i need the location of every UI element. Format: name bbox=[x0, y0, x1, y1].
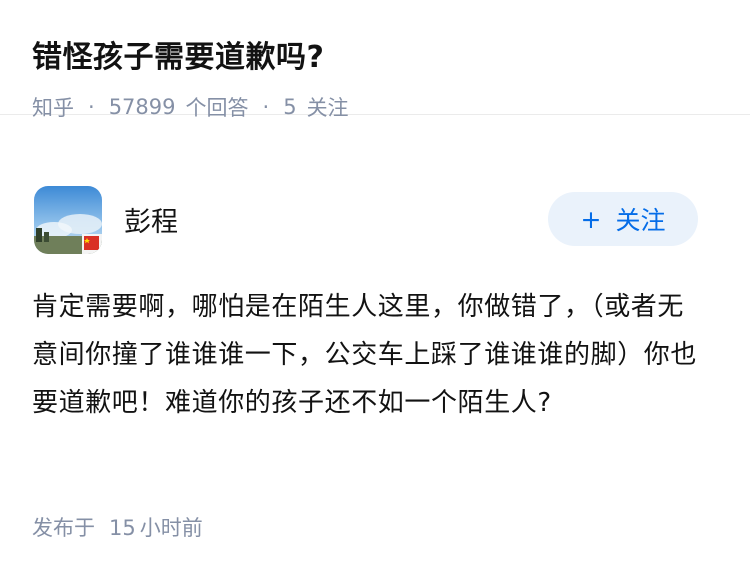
author-name[interactable]: 彭程 bbox=[124, 200, 178, 239]
answer-count: 57899 bbox=[108, 95, 176, 119]
follow-count: 5 bbox=[283, 95, 297, 119]
author-avatar[interactable] bbox=[34, 186, 102, 254]
question-title[interactable]: 错怪孩子需要道歉吗? bbox=[32, 36, 718, 80]
publish-info: 发布于 15 小时前 bbox=[32, 512, 203, 542]
follow-count-label: 关注 bbox=[306, 96, 349, 120]
publish-value: 15 bbox=[109, 516, 136, 540]
meta-separator: · bbox=[262, 95, 270, 119]
answer-content[interactable]: 肯定需要啊，哪怕是在陌生人这里，你做错了，（或者无意间你撞了谁谁谁一下，公交车上… bbox=[32, 283, 700, 427]
publish-label: 发布于 bbox=[32, 516, 95, 540]
meta-separator: · bbox=[88, 95, 95, 119]
answer-count-label: 个回答 bbox=[185, 96, 249, 120]
author-row: 彭程 + 关注 bbox=[34, 186, 698, 254]
avatar-image bbox=[34, 186, 102, 254]
source-label[interactable]: 知乎 bbox=[32, 92, 74, 122]
follow-button[interactable]: + 关注 bbox=[548, 192, 698, 246]
publish-unit: 小时前 bbox=[139, 516, 203, 540]
question-meta: 知乎 · 57899 个回答 · 5 关注 bbox=[32, 92, 718, 122]
plus-icon: + bbox=[580, 204, 602, 234]
follow-button-label: 关注 bbox=[615, 206, 666, 235]
question-header: 错怪孩子需要道歉吗? 知乎 · 57899 个回答 · 5 关注 bbox=[0, 0, 750, 120]
